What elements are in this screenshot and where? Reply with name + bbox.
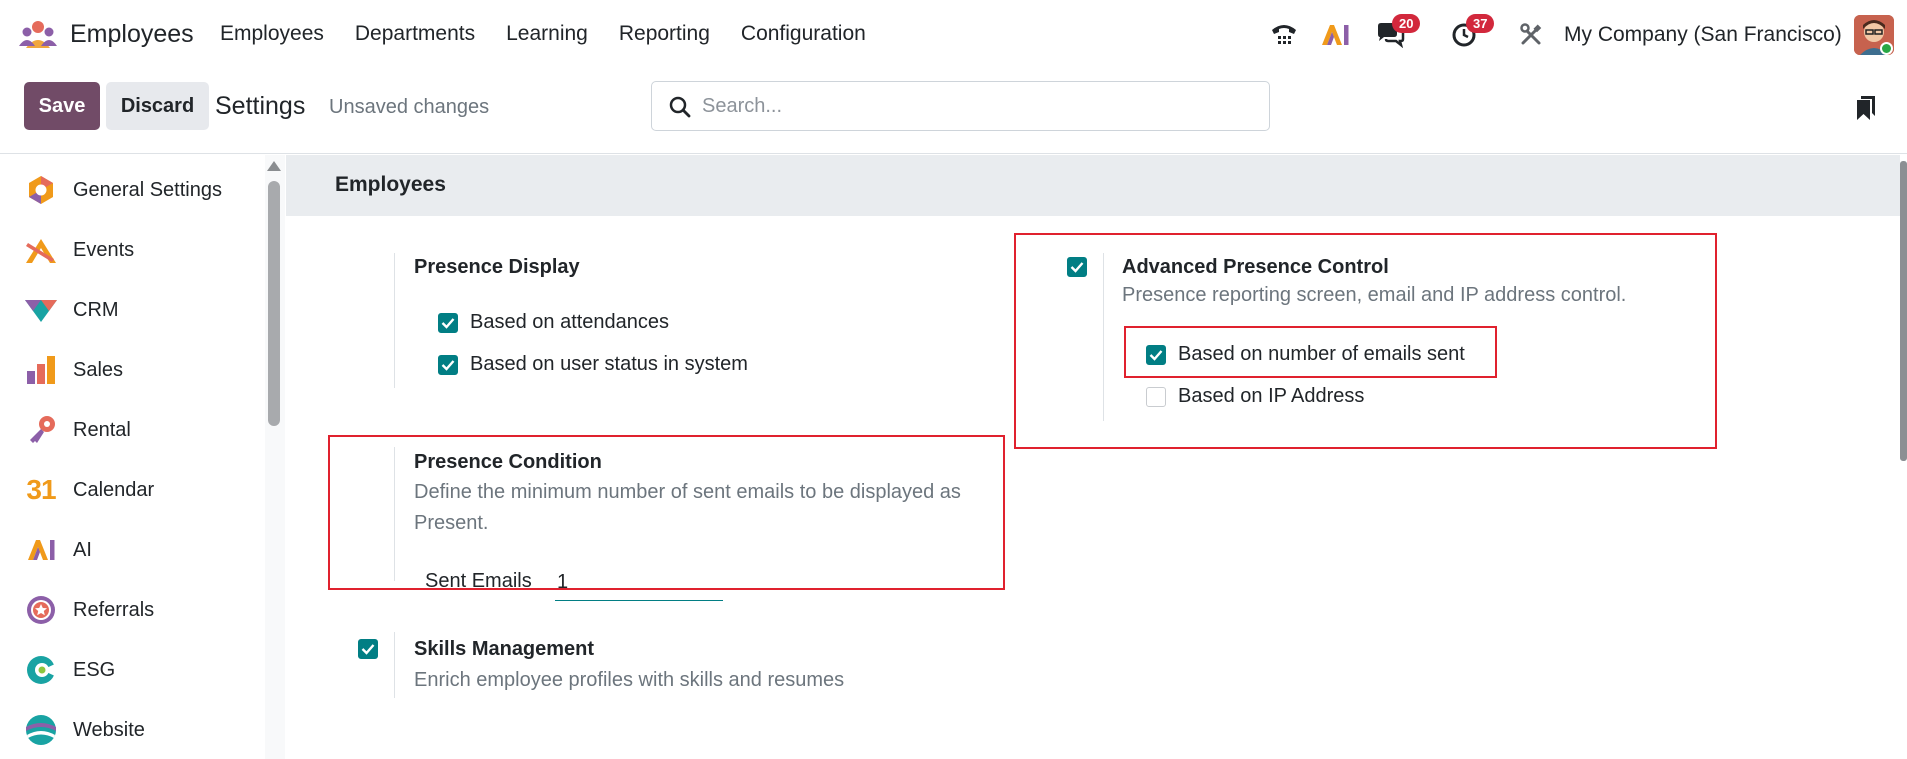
phone-icon[interactable] (1268, 16, 1300, 54)
sidebar-scrollbar-thumb[interactable] (268, 181, 280, 426)
search-placeholder: Search... (702, 94, 783, 117)
website-icon (24, 713, 58, 747)
events-icon (24, 233, 58, 267)
sidebar-item-events[interactable]: Events (0, 222, 265, 278)
skills-management-checkbox[interactable] (358, 639, 378, 659)
skills-management-description: Enrich employee profiles with skills and… (414, 669, 845, 691)
sidebar-item-label: Rental (73, 418, 131, 441)
advanced-presence-control-checkbox[interactable] (1067, 257, 1087, 277)
menu-departments[interactable]: Departments (355, 22, 475, 46)
based-on-emails-sent-label[interactable]: Based on number of emails sent (1178, 343, 1465, 366)
save-button[interactable]: Save (24, 82, 100, 130)
unsaved-changes-indicator: Unsaved changes (329, 96, 490, 118)
skills-management-title: Skills Management (414, 638, 595, 660)
bookmark-icon[interactable] (1857, 96, 1875, 125)
presence-display-title: Presence Display (414, 256, 580, 278)
setting-divider (394, 632, 395, 698)
menu-learning[interactable]: Learning (506, 22, 588, 46)
calendar-icon: 31 (24, 473, 58, 507)
based-on-attendances-label[interactable]: Based on attendances (470, 311, 669, 334)
sidebar-item-calendar[interactable]: 31 Calendar (0, 462, 265, 518)
sidebar-item-referrals[interactable]: Referrals (0, 582, 265, 638)
sidebar-item-ai[interactable]: AI (0, 522, 265, 578)
sent-emails-label: Sent Emails (425, 570, 532, 592)
content-scrollbar-thumb[interactable] (1900, 161, 1907, 461)
calendar-icon-text: 31 (26, 474, 56, 505)
scroll-up-arrow-icon[interactable] (267, 161, 281, 171)
sidebar-item-label: Sales (73, 358, 124, 381)
menu-reporting[interactable]: Reporting (619, 22, 710, 46)
section-title: Employees (335, 173, 446, 196)
crm-icon (24, 293, 58, 327)
sidebar-item-label: ESG (73, 658, 116, 681)
sidebar-item-label: Referrals (73, 598, 155, 621)
based-on-emails-sent-checkbox[interactable] (1146, 345, 1166, 365)
based-on-attendances-checkbox[interactable] (438, 313, 458, 333)
sidebar-item-label: Website (73, 718, 145, 741)
rental-icon (24, 413, 58, 447)
activities-count-badge: 37 (1466, 14, 1495, 33)
online-status-dot (1880, 42, 1893, 55)
ai-icon[interactable] (1318, 16, 1352, 54)
menu-configuration[interactable]: Configuration (741, 22, 866, 46)
presence-condition-description-line1: Define the minimum number of sent emails… (414, 481, 961, 503)
messages-icon[interactable]: 20 (1370, 14, 1421, 54)
sidebar-item-label: Calendar (73, 478, 155, 501)
based-on-user-status-label[interactable]: Based on user status in system (470, 353, 748, 376)
employees-app-icon[interactable] (18, 20, 58, 50)
advanced-presence-description: Presence reporting screen, email and IP … (1122, 284, 1627, 306)
sidebar-item-general-settings[interactable]: General Settings (0, 162, 265, 218)
menu-employees[interactable]: Employees (220, 22, 324, 46)
advanced-presence-title: Advanced Presence Control (1122, 256, 1389, 278)
activity-clock-icon[interactable]: 37 (1444, 14, 1495, 54)
presence-condition-description-line2: Present. (414, 512, 489, 534)
search-icon (668, 95, 692, 125)
setting-divider (394, 253, 395, 388)
app-name[interactable]: Employees (70, 20, 194, 49)
setting-divider (1103, 253, 1104, 421)
sidebar-item-label: Events (73, 238, 135, 261)
control-panel: Save Discard Settings Unsaved changes Se… (0, 70, 1907, 154)
company-switcher[interactable]: My Company (San Francisco) (1564, 23, 1842, 47)
based-on-ip-address-label[interactable]: Based on IP Address (1178, 385, 1364, 408)
search-input[interactable]: Search... (651, 81, 1270, 131)
esg-icon (24, 653, 58, 687)
main-menu: Employees Departments Learning Reporting… (220, 22, 897, 46)
sidebar-item-esg[interactable]: ESG (0, 642, 265, 698)
setting-divider (394, 447, 395, 581)
sidebar-item-rental[interactable]: Rental (0, 402, 265, 458)
section-header: Employees (286, 155, 1900, 216)
messages-count-badge: 20 (1392, 14, 1421, 33)
sidebar-item-sales[interactable]: Sales (0, 342, 265, 398)
presence-condition-title: Presence Condition (414, 451, 602, 473)
sidebar-item-website[interactable]: Website (0, 702, 265, 758)
sidebar-item-crm[interactable]: CRM (0, 282, 265, 338)
general-settings-icon (24, 173, 58, 207)
settings-content: Employees Presence Display Based on atte… (286, 155, 1907, 759)
ai-app-icon (24, 533, 58, 567)
tools-icon[interactable] (1516, 16, 1546, 54)
discard-button[interactable]: Discard (106, 82, 209, 130)
sent-emails-input[interactable]: 1 (555, 571, 723, 601)
sidebar-item-label: AI (73, 538, 92, 561)
based-on-user-status-checkbox[interactable] (438, 355, 458, 375)
page-title: Settings (215, 92, 306, 120)
based-on-ip-address-checkbox[interactable] (1146, 387, 1166, 407)
sidebar-item-label: CRM (73, 298, 119, 321)
sidebar-item-label: General Settings (73, 178, 222, 201)
top-navbar: Employees Employees Departments Learning… (0, 0, 1907, 70)
sales-icon (24, 353, 58, 387)
referrals-icon (24, 593, 58, 627)
settings-sidebar: General Settings Events CRM Sales Rental… (0, 155, 285, 759)
